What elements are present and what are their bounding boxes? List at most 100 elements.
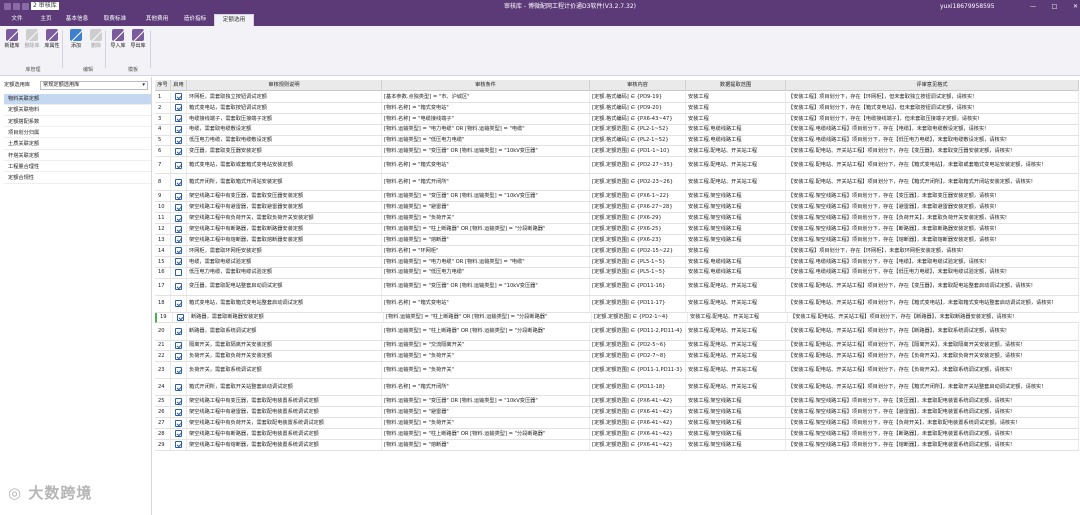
table-row[interactable]: 21 隔离开关，需套取隔离开关安装定额 [物料.运输类型] = "交流隔离开关" [定…	[155, 340, 1079, 352]
table-row[interactable]: 4 电缆，需套取电缆敷设定额 [物料.运输类型] = "电力电缆" OR [物料.运…	[155, 124, 1079, 136]
table-row[interactable]: 7 箱式变电站，需套取或套箱式变电站安装定额 [物料.名称] = "箱式变电站" [定…	[155, 157, 1079, 175]
enable-checkbox[interactable]	[175, 441, 182, 449]
enable-checkbox[interactable]	[175, 115, 182, 123]
tab-6[interactable]: 造价指标	[180, 14, 210, 26]
enable-checkbox[interactable]	[175, 283, 182, 291]
table-row[interactable]: 9 架空线路工程中有变压器，需套取变压器安装定额 [物料.运输类型] = "变压器"…	[155, 191, 1079, 203]
enable-cell[interactable]	[171, 146, 187, 157]
table-row[interactable]: 15 电缆，需套取电缆试验定额 [物料.运输类型] = "电力电缆" OR [物料.…	[155, 256, 1079, 268]
enable-checkbox[interactable]	[175, 247, 182, 255]
enable-cell[interactable]	[171, 157, 187, 174]
enable-cell[interactable]	[171, 407, 187, 418]
tab-1[interactable]: 文件	[4, 14, 30, 26]
enable-checkbox[interactable]	[175, 225, 182, 233]
maximize-icon[interactable]: □	[1052, 2, 1058, 11]
minimize-icon[interactable]: —	[1030, 2, 1036, 11]
table-row[interactable]: 23 负荷开关，需套取系统调试定额 [物料.运输类型] = "负荷开关" [定额.定额…	[155, 362, 1079, 380]
enable-checkbox[interactable]	[175, 203, 182, 211]
table-row[interactable]: 8 箱式开闭所，需套取箱式开闭站安装定额 [物料.名称] = "箱式开闭所" [定额.…	[155, 174, 1079, 192]
enable-checkbox[interactable]	[175, 419, 182, 427]
enable-cell[interactable]	[171, 323, 187, 340]
tab-3[interactable]: 基本信息	[62, 14, 92, 26]
enable-cell[interactable]	[171, 202, 187, 213]
enable-cell[interactable]	[171, 295, 187, 312]
sidebar-item[interactable]: 定额合规性	[4, 173, 151, 184]
enable-cell[interactable]	[171, 135, 187, 146]
table-row[interactable]: 27 架空线路工程中有负荷开关，需套取配电装置系统调试定额 [物料.运输类型] = …	[155, 418, 1079, 429]
table-row[interactable]: 29 架空线路工程中有熔断器，需套取配电装置系统调试定额 [物料.运输类型] = "…	[155, 439, 1079, 451]
quick-access-value[interactable]: 2 审核库	[31, 2, 59, 10]
table-row[interactable]: 11 架空线路工程中有负荷开关，需套取负荷开关安装定额 [物料.运输类型] = "负…	[155, 213, 1079, 225]
enable-cell[interactable]	[171, 267, 187, 278]
table-row[interactable]: 5 低压电力电缆，需套取电缆敷设定额 [物料.运输类型] = "低压电力电缆" [定额…	[155, 135, 1079, 147]
ribbon-button-1[interactable]: 新建库	[2, 29, 22, 59]
table-row[interactable]: 10 架空线路工程中有避雷器，需套取避雷器安装定额 [物料.运输类型] = "避雷器…	[155, 202, 1079, 214]
enable-cell[interactable]	[171, 396, 187, 407]
enable-checkbox[interactable]	[175, 192, 182, 200]
enable-cell[interactable]	[171, 362, 187, 379]
table-row[interactable]: 16 低压电力电缆，需套取电缆试验定额 [物料.运输类型] = "低压电力电缆" [定…	[155, 267, 1079, 279]
enable-checkbox[interactable]	[175, 178, 182, 186]
ribbon-button-2[interactable]: 删除库	[22, 29, 42, 59]
table-row[interactable]: 6 变压器，需套取变压器安装定额 [物料.运输类型] = "变压器" OR [物料.…	[155, 146, 1079, 158]
sidebar-item[interactable]: 定额关联物料	[4, 105, 151, 116]
enable-checkbox[interactable]	[175, 269, 182, 277]
table-row[interactable]: 2 箱式变电站，需套取按钮调试定额 [物料.名称] = "箱式变电站" [定额.格式编…	[155, 102, 1079, 114]
enable-checkbox[interactable]	[175, 397, 182, 405]
table-row[interactable]: 26 架空线路工程中有避雷器，需套取配电装置系统调试定额 [物料.运输类型] = "…	[155, 407, 1079, 419]
enable-checkbox[interactable]	[177, 314, 184, 322]
table-row[interactable]: 20 断路器，需套取系统调试定额 [物料.运输类型] = "柱上断路器" OR [物…	[155, 323, 1079, 341]
enable-cell[interactable]	[171, 278, 187, 295]
enable-checkbox[interactable]	[175, 236, 182, 244]
enable-cell[interactable]	[171, 418, 187, 428]
undo-icon[interactable]	[22, 3, 29, 10]
sidebar-item[interactable]: 项目划分归属	[4, 128, 151, 139]
enable-cell[interactable]	[171, 224, 187, 234]
enable-cell[interactable]	[171, 113, 187, 124]
ribbon-button-4[interactable]: 添加	[66, 29, 86, 59]
table-row[interactable]: 17 变压器，需套取配电站整套启动调试定额 [物料.运输类型] = "变压器" OR…	[155, 278, 1079, 296]
sidebar-item[interactable]: 定额搭配系数	[4, 117, 151, 128]
enable-cell[interactable]	[171, 429, 187, 439]
enable-cell[interactable]	[171, 439, 187, 450]
enable-checkbox[interactable]	[175, 104, 182, 112]
table-row[interactable]: 14 环网柜，需套取环网柜安装定额 [物料.名称] = "环网柜" [定额.定额范围]…	[155, 245, 1079, 257]
enable-checkbox[interactable]	[175, 366, 182, 374]
enable-cell[interactable]	[171, 351, 187, 362]
enable-cell[interactable]	[171, 235, 187, 245]
table-row[interactable]: 13 架空线路工程中有熔断器，需套取熔断器安装定额 [物料.运输类型] = "熔断器…	[155, 235, 1079, 246]
enable-cell[interactable]	[171, 124, 187, 135]
enable-checkbox[interactable]	[175, 383, 182, 391]
enable-cell[interactable]	[171, 245, 187, 256]
enable-cell[interactable]	[171, 92, 187, 102]
table-row[interactable]: 22 负荷开关，需套取负荷开关安装定额 [物料.运输类型] = "负荷开关" [定额.…	[155, 351, 1079, 363]
enable-cell[interactable]	[171, 102, 187, 113]
table-row[interactable]: 28 架空线路工程中有断路器，需套取配电装置系统调试定额 [物料.运输类型] = "…	[155, 429, 1079, 440]
enable-cell[interactable]	[171, 213, 187, 224]
ribbon-button-6[interactable]: 导入库	[108, 29, 128, 59]
enable-checkbox[interactable]	[175, 341, 182, 349]
sidebar-item[interactable]: 物料关联定额	[4, 94, 151, 105]
enable-cell[interactable]	[171, 174, 187, 191]
table-row[interactable]: 1 环网柜，需套取独立按钮调试定额 [基本参数.点独类型] = "市、沪城区" [定额…	[155, 92, 1079, 103]
save-icon[interactable]	[13, 3, 20, 10]
enable-cell[interactable]	[171, 379, 187, 396]
enable-checkbox[interactable]	[175, 137, 182, 145]
enable-checkbox[interactable]	[175, 214, 182, 222]
tab-7[interactable]: 定额选用	[214, 14, 254, 26]
library-select[interactable]: 常规定额选用库 ▾	[40, 81, 148, 90]
table-row[interactable]: 12 架空线路工程中有断路器，需套取断路器安装定额 [物料.运输类型] = "柱上断…	[155, 224, 1079, 235]
sidebar-item[interactable]: 杆塔关联定额	[4, 151, 151, 162]
tab-5[interactable]: 其他费用	[138, 14, 176, 26]
ribbon-button-7[interactable]: 导出库	[128, 29, 148, 59]
table-row[interactable]: 25 架空线路工程中有变压器，需套取配电装置系统调试定额 [物料.运输类型] = "…	[155, 396, 1079, 408]
enable-cell[interactable]	[173, 312, 189, 323]
enable-checkbox[interactable]	[175, 408, 182, 416]
close-icon[interactable]: ✕	[1073, 2, 1078, 11]
ribbon-button-5[interactable]: 删除	[86, 29, 106, 59]
enable-checkbox[interactable]	[175, 430, 182, 438]
enable-checkbox[interactable]	[175, 126, 182, 134]
enable-checkbox[interactable]	[175, 147, 182, 155]
enable-checkbox[interactable]	[175, 300, 182, 308]
table-row[interactable]: 18 箱式变电站，需套取箱式变电站整套启动调试定额 [物料.名称] = "箱式变电站…	[155, 295, 1079, 313]
